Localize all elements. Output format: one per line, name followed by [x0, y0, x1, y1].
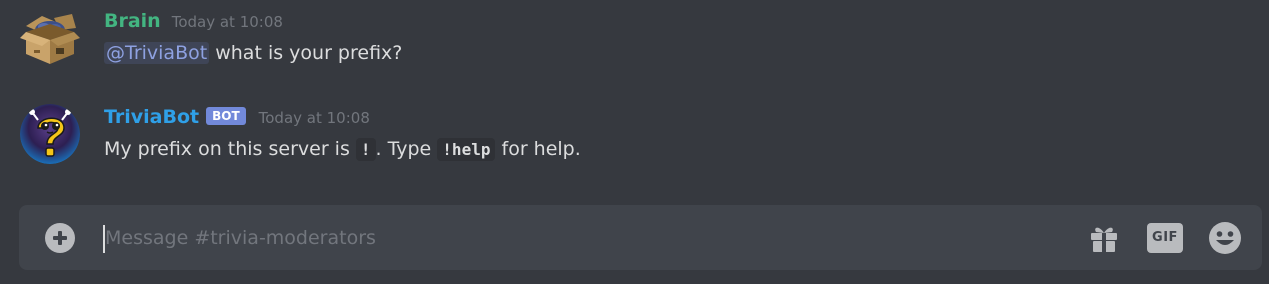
smiley-icon[interactable] — [1207, 220, 1243, 256]
author-name[interactable]: TriviaBot — [104, 104, 199, 130]
message-text: My prefix on this server is — [104, 138, 356, 160]
avatar[interactable] — [20, 104, 80, 164]
bot-tag: BOT — [206, 107, 246, 125]
message-header: TriviaBot BOT Today at 10:08 — [104, 104, 370, 130]
inline-code: ! — [355, 138, 376, 161]
inline-code: !help — [437, 138, 496, 161]
message-text: what is your prefix? — [209, 42, 403, 64]
user-mention[interactable]: @TriviaBot — [104, 42, 210, 64]
message-input[interactable] — [105, 221, 1005, 255]
message-header: Brain Today at 10:08 — [104, 8, 283, 34]
timestamp: Today at 10:08 — [258, 109, 370, 127]
message-composer: GIF — [19, 205, 1262, 270]
message-content: @TriviaBot what is your prefix? — [104, 39, 402, 67]
timestamp: Today at 10:08 — [171, 13, 283, 31]
gift-icon[interactable] — [1087, 221, 1121, 255]
avatar[interactable] — [20, 8, 80, 68]
message-content: My prefix on this server is !. Type !hel… — [104, 135, 581, 164]
gif-button[interactable]: GIF — [1147, 223, 1183, 253]
message-text: . Type — [375, 138, 438, 160]
author-name[interactable]: Brain — [104, 8, 161, 34]
message-text: for help. — [495, 138, 581, 160]
cardboard-box-brain-icon — [20, 14, 80, 64]
plus-circle-icon[interactable] — [45, 223, 75, 253]
trivia-question-mark-icon — [20, 104, 80, 164]
